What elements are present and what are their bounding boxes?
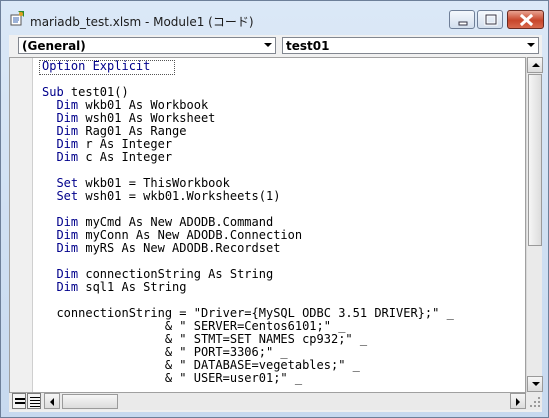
code-text: & " DATABASE=vegetables;" _ xyxy=(42,358,360,372)
arrow-down-icon xyxy=(532,382,540,386)
code-line[interactable]: Dim myRS As New ADODB.Recordset xyxy=(42,242,280,255)
procedure-view-icon xyxy=(15,398,25,404)
code-text: myRS As New ADODB.Recordset xyxy=(78,241,281,255)
code-keyword: Dim xyxy=(42,124,79,138)
procedure-combo[interactable]: test01 xyxy=(282,37,539,54)
code-text: r As Integer xyxy=(78,137,173,151)
code-keyword: Dim xyxy=(42,280,79,294)
code-text: & " USER=user01;" _ xyxy=(42,371,303,385)
vbe-code-window: mariadb_test.xlsm - Module1 (コード) (Gener… xyxy=(0,0,549,418)
code-line[interactable]: & " USER=user01;" _ xyxy=(42,372,302,385)
arrow-up-icon xyxy=(532,63,540,67)
code-line[interactable]: Dim sql1 As String xyxy=(42,280,187,294)
code-text: sql1 As String xyxy=(78,280,187,294)
close-icon xyxy=(519,13,534,27)
window-title: mariadb_test.xlsm - Module1 (コード) xyxy=(30,15,254,29)
procedure-combo-value: test01 xyxy=(286,39,330,53)
code-text: wsh01 As Worksheet xyxy=(78,111,216,125)
code-keyword: Sub xyxy=(42,85,64,99)
title-bar[interactable]: mariadb_test.xlsm - Module1 (コード) xyxy=(1,1,548,35)
arrow-left-icon xyxy=(50,398,54,406)
close-button[interactable] xyxy=(507,10,544,29)
code-text: myConn As New ADODB.Connection xyxy=(78,228,303,242)
margin-indicator-bar[interactable] xyxy=(10,58,33,392)
code-text: & " STMT=SET NAMES cp932;" _ xyxy=(42,332,368,346)
scroll-up-button[interactable] xyxy=(527,57,543,73)
arrow-right-icon xyxy=(516,398,520,406)
code-text: connectionString = "Driver={MySQL ODBC 3… xyxy=(42,306,454,320)
scroll-left-button[interactable] xyxy=(44,393,60,409)
code-keyword: Dim xyxy=(42,228,79,242)
code-line[interactable]: Option Explicit xyxy=(42,60,150,73)
vertical-scroll-thumb[interactable] xyxy=(528,74,542,246)
minimize-icon xyxy=(458,21,468,26)
code-text: Rag01 As Range xyxy=(78,124,187,138)
code-keyword: Dim xyxy=(42,267,79,281)
code-keyword: Dim xyxy=(42,215,79,229)
vertical-scrollbar[interactable] xyxy=(526,57,543,393)
code-text: & " SERVER=Centos6101;" _ xyxy=(42,319,346,333)
code-keyword: Dim xyxy=(42,137,79,151)
resize-grip-icon[interactable] xyxy=(526,393,542,409)
scroll-right-button[interactable] xyxy=(510,393,526,409)
code-keyword: Set xyxy=(42,189,79,203)
object-combo[interactable]: (General) xyxy=(18,37,276,54)
maximize-icon xyxy=(484,13,498,26)
vba-module-icon[interactable] xyxy=(9,10,25,26)
code-keyword: Option Explicit xyxy=(42,59,151,73)
code-line[interactable]: Dim c As Integer xyxy=(42,151,172,164)
code-keyword: Dim xyxy=(42,98,79,112)
full-module-view-button[interactable] xyxy=(27,393,41,409)
maximize-button[interactable] xyxy=(477,10,503,29)
code-keyword: Set xyxy=(42,176,79,190)
code-keyword: Dim xyxy=(42,241,79,255)
bottom-scroll-bar xyxy=(9,393,542,410)
object-combo-dropdown[interactable] xyxy=(260,38,275,53)
chevron-down-icon xyxy=(527,43,535,47)
code-text: connectionString As String xyxy=(78,267,274,281)
code-text: wkb01 = ThisWorkbook xyxy=(78,176,230,190)
code-keyword: Dim xyxy=(42,150,79,164)
code-text: c As Integer xyxy=(78,150,173,164)
procedure-combo-dropdown[interactable] xyxy=(523,38,538,53)
module-client-area: (General) test01 Option Explicit Sub test… xyxy=(9,35,543,412)
code-text: myCmd As New ADODB.Command xyxy=(78,215,274,229)
horizontal-scroll-thumb[interactable] xyxy=(62,394,118,409)
minimize-button[interactable] xyxy=(449,10,475,29)
code-text: wsh01 = wkb01.Worksheets(1) xyxy=(78,189,281,203)
code-text: wkb01 As Workbook xyxy=(78,98,209,112)
scroll-down-button[interactable] xyxy=(527,376,543,392)
full-module-view-icon xyxy=(30,397,40,407)
code-keyword: Dim xyxy=(42,111,79,125)
chevron-down-icon xyxy=(264,43,272,47)
object-combo-value: (General) xyxy=(22,39,86,53)
code-editor[interactable]: Option Explicit Sub test01() Dim wkb01 As… xyxy=(9,57,526,393)
code-line[interactable]: Set wsh01 = wkb01.Worksheets(1) xyxy=(42,190,280,203)
procedure-view-button[interactable] xyxy=(12,393,26,409)
code-area[interactable]: Option Explicit Sub test01() Dim wkb01 As… xyxy=(32,58,525,392)
code-text: test01() xyxy=(63,85,129,99)
code-text: & " PORT=3306;" _ xyxy=(42,345,288,359)
